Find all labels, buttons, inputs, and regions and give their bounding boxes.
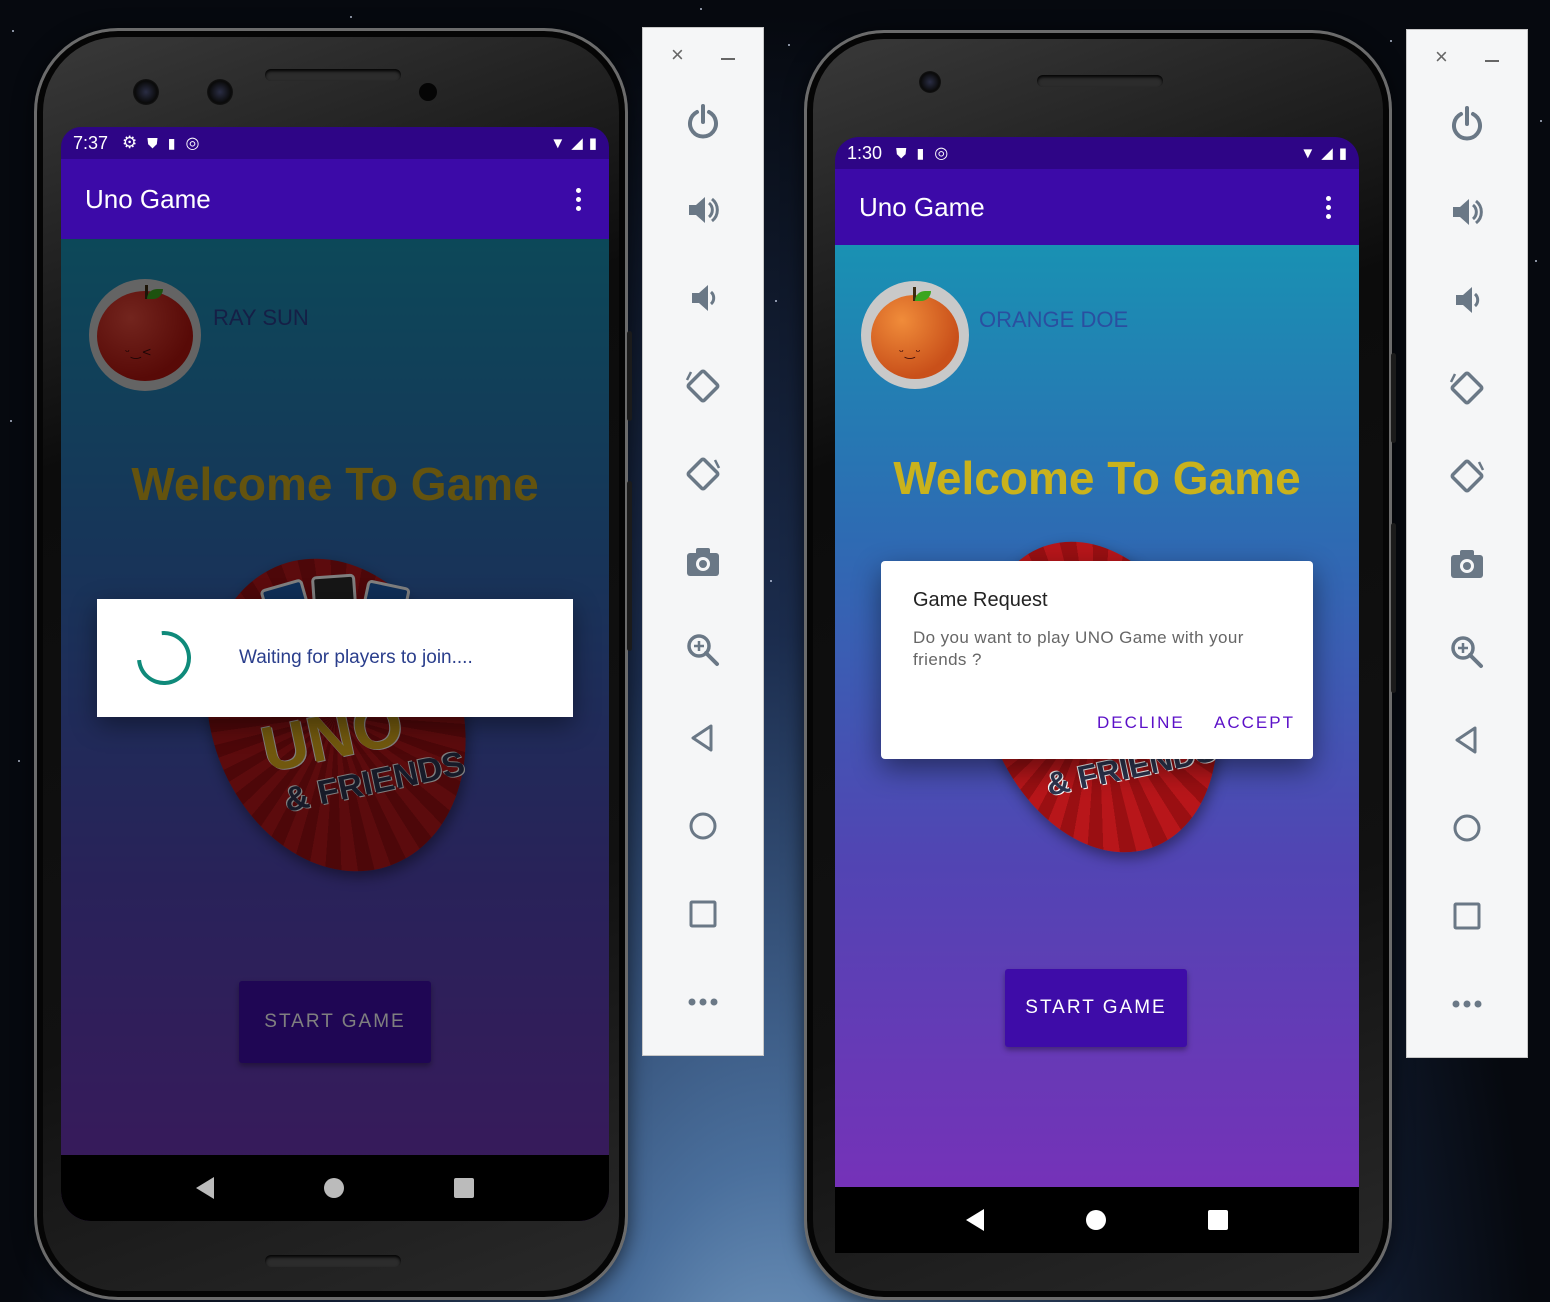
earpiece-speaker: [265, 69, 401, 81]
back-icon[interactable]: [1407, 696, 1527, 784]
wifi-icon: ▼: [1300, 144, 1316, 162]
more-icon[interactable]: [1407, 960, 1527, 1048]
sd-card-icon: ▮: [167, 134, 176, 151]
app-title: Uno Game: [85, 183, 211, 214]
front-camera-icon: [207, 79, 233, 105]
nav-recents-icon[interactable]: [454, 1178, 474, 1198]
earpiece-speaker: [1037, 75, 1163, 87]
volume-down-icon[interactable]: [1407, 256, 1527, 344]
nav-back-icon[interactable]: [966, 1209, 984, 1231]
status-bar: 7:37 ⚙ ⛊ ▮ ◎ ▼ ◢ ▮: [61, 127, 609, 159]
zoom-icon[interactable]: [643, 606, 763, 694]
emulator-device-b: 1:30 ⛊ ▮ ◎ ▼ ◢ ▮ Uno Game ᵕ‿ᵕ ORANGE DOE…: [804, 30, 1396, 1300]
decline-button[interactable]: DECLINE: [1097, 713, 1185, 733]
shield-icon: ⛊: [147, 134, 158, 151]
power-icon[interactable]: [643, 78, 763, 166]
status-bar: 1:30 ⛊ ▮ ◎ ▼ ◢ ▮: [835, 137, 1359, 169]
navigation-bar: [61, 1155, 609, 1221]
sync-icon: ◎: [185, 135, 200, 152]
loading-spinner-icon: [125, 619, 203, 697]
player-name: ORANGE DOE: [979, 307, 1129, 332]
dialog-message: Do you want to play UNO Game with your f…: [913, 628, 1244, 669]
volume-up-icon[interactable]: [1407, 168, 1527, 256]
home-icon[interactable]: [1407, 784, 1527, 872]
nav-recents-icon[interactable]: [1208, 1210, 1228, 1230]
rotate-left-icon[interactable]: [643, 342, 763, 430]
nav-home-icon[interactable]: [1086, 1210, 1106, 1230]
navigation-bar: [835, 1187, 1359, 1253]
sd-card-icon: ▮: [916, 144, 925, 161]
more-icon[interactable]: [643, 958, 763, 1046]
sensor-icon: [419, 83, 437, 101]
progress-message: Waiting for players to join....: [239, 647, 473, 668]
overview-icon[interactable]: [643, 870, 763, 958]
minimize-icon[interactable]: [1485, 60, 1499, 62]
volume-down-icon[interactable]: [643, 254, 763, 342]
close-icon[interactable]: ×: [671, 42, 684, 78]
gear-icon: ⚙: [122, 133, 138, 152]
accept-button[interactable]: ACCEPT: [1214, 713, 1295, 733]
app-bar: Uno Game: [61, 159, 609, 239]
camera-icon[interactable]: [643, 518, 763, 606]
back-icon[interactable]: [643, 694, 763, 782]
signal-icon: ◢: [1321, 145, 1333, 162]
overflow-menu-icon[interactable]: [1322, 192, 1335, 223]
status-time: 7:37: [73, 132, 109, 153]
main-content: ᵕ‿< RAY SUN Welcome To Game UNO & FRIEND…: [61, 239, 609, 1221]
bottom-speaker: [265, 1255, 401, 1267]
rotate-left-icon[interactable]: [1407, 344, 1527, 432]
app-title: Uno Game: [859, 191, 985, 222]
dialog-title: Game Request: [913, 589, 1048, 611]
start-game-button[interactable]: START GAME: [1005, 969, 1187, 1047]
progress-dialog: Waiting for players to join....: [97, 599, 573, 717]
main-content: ᵕ‿ᵕ ORANGE DOE Welcome To Game & FRIENDS…: [835, 245, 1359, 1187]
emulator-toolbar-a: ×: [642, 27, 764, 1056]
welcome-heading: Welcome To Game: [893, 452, 1301, 504]
emulator-toolbar-b: ×: [1406, 29, 1528, 1058]
home-icon[interactable]: [643, 782, 763, 870]
overview-icon[interactable]: [1407, 872, 1527, 960]
emulator-device-a: 7:37 ⚙ ⛊ ▮ ◎ ▼ ◢ ▮ Uno Game ᵕ‿<: [34, 28, 632, 1300]
app-bar: Uno Game: [835, 169, 1359, 245]
nav-home-icon[interactable]: [324, 1178, 344, 1198]
nav-back-icon[interactable]: [196, 1177, 214, 1199]
orange-avatar-icon[interactable]: ᵕ‿ᵕ: [861, 281, 969, 389]
status-time: 1:30: [847, 142, 883, 163]
wifi-icon: ▼: [550, 134, 566, 152]
sync-icon: ◎: [934, 145, 949, 162]
rotate-right-icon[interactable]: [643, 430, 763, 518]
zoom-icon[interactable]: [1407, 608, 1527, 696]
device-screen: 1:30 ⛊ ▮ ◎ ▼ ◢ ▮ Uno Game ᵕ‿ᵕ ORANGE DOE…: [835, 137, 1359, 1253]
camera-icon[interactable]: [1407, 520, 1527, 608]
dialog-scrim: [61, 239, 609, 1221]
device-screen: 7:37 ⚙ ⛊ ▮ ◎ ▼ ◢ ▮ Uno Game ᵕ‿<: [61, 127, 609, 1221]
battery-icon: ▮: [1338, 145, 1347, 162]
volume-up-icon[interactable]: [643, 166, 763, 254]
close-icon[interactable]: ×: [1435, 44, 1448, 80]
front-camera-icon: [919, 71, 941, 93]
signal-icon: ◢: [571, 135, 583, 152]
game-request-dialog: Game Request Do you want to play UNO Gam…: [881, 561, 1313, 759]
overflow-menu-icon[interactable]: [572, 184, 585, 215]
battery-icon: ▮: [588, 135, 597, 152]
shield-icon: ⛊: [896, 144, 907, 161]
power-icon[interactable]: [1407, 80, 1527, 168]
front-camera-icon: [133, 79, 159, 105]
minimize-icon[interactable]: [721, 58, 735, 60]
rotate-right-icon[interactable]: [1407, 432, 1527, 520]
